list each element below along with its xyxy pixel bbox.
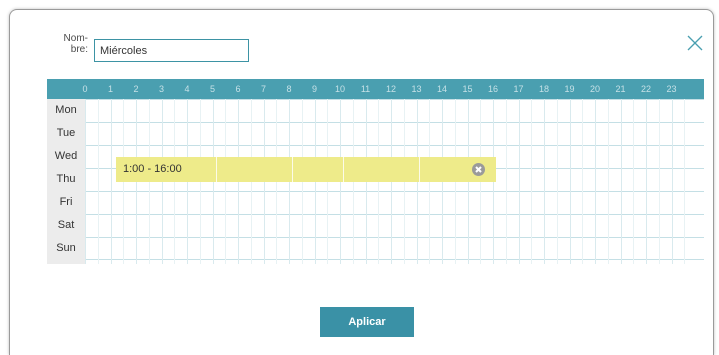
hour-label: 2 [133, 84, 139, 94]
grid-row-line [85, 214, 704, 215]
day-label-sat: Sat [57, 219, 75, 231]
grid-column-line [658, 99, 660, 264]
hour-label: 14 [436, 84, 447, 94]
grid-column-line [595, 99, 596, 264]
hour-label: 5 [209, 84, 215, 94]
block-segment-divider [292, 157, 293, 182]
hour-label: 16 [487, 84, 498, 94]
grid-column-line [505, 99, 507, 264]
day-label-fri: Fri [59, 196, 73, 208]
name-label: Nom-bre: [54, 33, 88, 55]
grid-column-line [569, 99, 571, 264]
hour-label: 15 [462, 84, 473, 94]
remove-circle-icon [475, 166, 482, 173]
grid-column-line [620, 99, 622, 264]
grid-column-line [518, 99, 520, 264]
hour-label: 11 [360, 84, 371, 94]
hour-label: 9 [311, 84, 317, 94]
block-segment-divider [216, 157, 217, 182]
grid-row-line [85, 191, 704, 192]
hour-label: 13 [411, 84, 422, 94]
grid-column-line [582, 99, 584, 264]
apply-button[interactable]: Aplicar [320, 307, 414, 337]
hour-label: 22 [640, 84, 651, 94]
hour-label: 20 [589, 84, 600, 94]
grid-column-line [633, 99, 635, 264]
grid-column-line [607, 99, 609, 264]
hour-label: 0 [82, 84, 88, 94]
grid-row-line [85, 259, 704, 260]
hour-label: 17 [513, 84, 524, 94]
hour-label: 4 [184, 84, 190, 94]
name-input[interactable] [94, 39, 249, 62]
remove-block-button[interactable] [472, 163, 485, 176]
close-icon [687, 35, 703, 51]
hour-label: 12 [385, 84, 396, 94]
grid-column-line [646, 99, 647, 264]
grid-column-line [544, 99, 545, 264]
name-label-text: Nom-bre: [63, 33, 88, 55]
schedule-block[interactable]: 1:00 - 16:00 [116, 157, 496, 182]
day-label-tue: Tue [56, 127, 76, 139]
day-label-sun: Sun [56, 242, 76, 254]
hour-label: 21 [615, 84, 626, 94]
day-label-thu: Thu [56, 173, 76, 185]
hour-label: 18 [538, 84, 549, 94]
hour-label: 7 [260, 84, 266, 94]
grid-column-line [671, 99, 673, 264]
grid-row-line [85, 99, 704, 100]
days-column: Mon Tue Wed Thu Fri Sat Sun [47, 99, 85, 264]
grid-row-line [85, 122, 704, 123]
grid-column-line [97, 99, 99, 264]
hour-label: 23 [666, 84, 677, 94]
grid-row-line [85, 237, 704, 238]
hour-label: 19 [564, 84, 575, 94]
block-segment-divider [343, 157, 344, 182]
schedule-grid[interactable]: 0 1 2 3 4 5 6 7 8 9 10 11 12 13 14 15 16 17 18 19 20 21 22 23 M… [47, 79, 704, 264]
block-segment-divider [419, 157, 420, 182]
day-label-wed: Wed [54, 150, 78, 162]
schedule-block-label: 1:00 - 16:00 [123, 163, 182, 175]
grid-row-line [85, 145, 704, 146]
hour-label: 8 [286, 84, 292, 94]
close-button[interactable] [686, 34, 704, 52]
grid-column-line [531, 99, 533, 264]
schedule-dialog: Nom-bre: 0123456789101112131415161718192… [9, 9, 714, 355]
day-label-mon: Mon [55, 104, 77, 116]
hours-header: 0 1 2 3 4 5 6 7 8 9 10 11 12 13 14 15 16 17 18 19 20 21 22 23 [47, 79, 704, 99]
grid-column-line [85, 99, 86, 264]
hour-label: 3 [158, 84, 164, 94]
hour-label: 1 [107, 84, 113, 94]
grid-column-line [684, 99, 686, 264]
hour-label: 6 [235, 84, 241, 94]
grid-column-line [110, 99, 112, 264]
grid-column-line [556, 99, 558, 264]
hour-label: 10 [334, 84, 345, 94]
